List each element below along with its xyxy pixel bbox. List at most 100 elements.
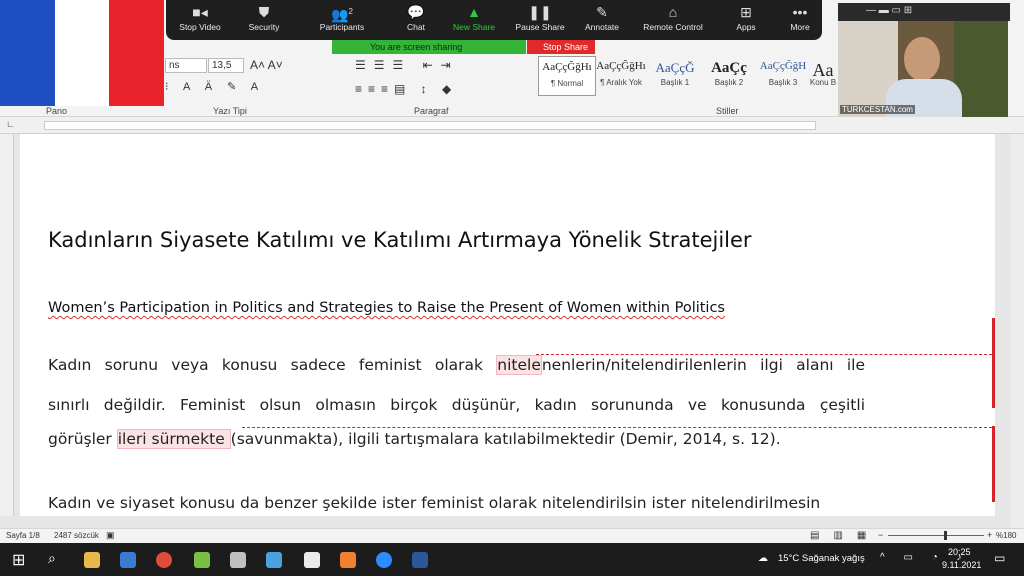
video-camera-icon: ■◂	[192, 4, 208, 20]
screen-sharing-banner: You are screen sharing	[332, 40, 526, 54]
style-heading-1[interactable]: AaÇçĞ Başlık 1	[646, 56, 704, 96]
sharing-banner-text: You are screen sharing	[370, 42, 463, 52]
zoom-level[interactable]: %180	[996, 531, 1016, 540]
weather-text[interactable]: 15°C Sağanak yağış	[778, 553, 865, 564]
weather-icon[interactable]: ☁	[758, 553, 768, 564]
vertical-scrollbar[interactable]	[1010, 134, 1024, 528]
video-panel-header[interactable]: — ▬ ▭ ⊞	[838, 3, 1010, 21]
app-icon[interactable]	[230, 552, 246, 568]
grow-font-icon[interactable]: A˄ A˅	[250, 58, 283, 72]
paragraph-line[interactable]: görüşler ileri sürmekte (savunmakta), il…	[48, 429, 865, 449]
stop-video-button[interactable]: ■◂ Stop Video	[174, 0, 226, 40]
vertical-ruler[interactable]	[0, 134, 14, 516]
windows-taskbar: ⊞ ⌕ ☁ 15°C Sağanak yağış ^ ▭ ◔ ♪ 20:25 9…	[0, 543, 1024, 576]
align-icons[interactable]: ≡≡≡▤ ↕ ◆	[355, 82, 457, 96]
zoom-in-icon[interactable]: +	[987, 530, 992, 540]
apps-button[interactable]: ⊞ Apps	[728, 0, 764, 40]
shield-icon: ⛊	[258, 4, 270, 20]
mouse-icon: ⌂	[668, 4, 678, 20]
group-label-styles: Stiller	[716, 106, 739, 116]
annotate-label: Annotate	[584, 22, 620, 32]
remote-control-label: Remote Control	[643, 22, 703, 32]
chat-button[interactable]: 💬 Chat	[396, 0, 436, 40]
style-title[interactable]: Aa Konu B	[808, 56, 838, 96]
group-label-font: Yazı Tipi	[213, 106, 247, 116]
notifications-icon[interactable]: ▭	[994, 551, 1005, 565]
tab-stop-icon[interactable]: ∟	[6, 119, 15, 129]
more-button[interactable]: ••• More	[780, 0, 820, 40]
pause-icon: ❚❚	[528, 4, 552, 20]
new-share-label: New Share	[452, 22, 496, 32]
stop-video-label: Stop Video	[179, 22, 221, 32]
text-run: (savunmakta), ilgili tartışmalara katıla…	[230, 430, 781, 448]
participants-label: Participants	[319, 22, 365, 32]
document-page[interactable]	[20, 134, 995, 516]
status-bar: Sayfa 1/8 2487 sözcük ▣ ▤▥▦ − + %180	[0, 528, 1024, 543]
window-controls-icon[interactable]: — ▬ ▭ ⊞	[866, 5, 912, 16]
horizontal-ruler[interactable]: ∟	[0, 117, 1024, 134]
style-heading-2[interactable]: AaÇç Başlık 2	[700, 56, 758, 96]
app-icon[interactable]	[304, 552, 320, 568]
style-sample: AaÇçĞğH	[759, 60, 807, 72]
app-icon[interactable]	[266, 552, 282, 568]
apps-icon: ⊞	[740, 4, 752, 20]
remote-control-button[interactable]: ⌂ Remote Control	[640, 0, 706, 40]
style-name: ¶ Normal	[550, 79, 584, 88]
style-name: Başlık 1	[660, 78, 690, 87]
list-icons[interactable]: ☰☰☰ ⇤⇥	[355, 58, 459, 72]
windows-start-icon[interactable]: ⊞	[12, 550, 25, 570]
change-connector-line	[242, 427, 992, 428]
paragraph-line[interactable]: sınırlı değildir. Feminist olsun olmasın…	[48, 396, 865, 414]
participants-count: 2	[348, 7, 353, 16]
search-icon[interactable]: ⌕	[48, 550, 56, 567]
tracked-change[interactable]: nitele	[496, 355, 542, 375]
more-icon: •••	[792, 4, 808, 20]
word-app-icon[interactable]	[412, 552, 428, 568]
text-run: Kadın sorunu veya konusu sadece feminist…	[48, 356, 497, 374]
font-size-value: 13,5	[212, 60, 232, 71]
document-subtitle[interactable]: Women’s Participation in Politics and St…	[48, 300, 725, 316]
annotate-button[interactable]: ✎ Annotate	[580, 0, 624, 40]
font-name-box[interactable]: ns	[165, 58, 207, 73]
app-icon[interactable]	[194, 552, 210, 568]
window-app-icon[interactable]	[120, 552, 136, 568]
page-indicator[interactable]: Sayfa 1/8	[6, 531, 40, 540]
font-format-icons[interactable]: ⁝ A Ä ✎ A	[165, 80, 264, 93]
paragraph-line[interactable]: Kadın ve siyaset konusu da benzer şekild…	[48, 494, 865, 512]
word-count[interactable]: 2487 sözcük	[54, 531, 99, 540]
style-heading-3[interactable]: AaÇçĞğH Başlık 3	[754, 56, 812, 96]
zoom-slider-thumb[interactable]	[944, 531, 947, 540]
video-watermark: TURKCESTAN.com	[840, 105, 915, 114]
share-screen-icon: ▲	[467, 4, 481, 20]
style-sample: AaÇçĞğHı	[542, 61, 592, 73]
zoom-app-icon[interactable]	[376, 552, 392, 568]
zoom-slider[interactable]	[888, 535, 984, 536]
font-size-box[interactable]: 13,5	[208, 58, 244, 73]
clock-date[interactable]: 9.11.2021	[942, 560, 981, 570]
style-no-spacing[interactable]: AaÇçĞğHı ¶ Aralık Yok	[592, 56, 650, 96]
zoom-out-icon[interactable]: −	[878, 530, 883, 540]
new-share-button[interactable]: ▲ New Share	[450, 0, 498, 40]
app-icon[interactable]	[340, 552, 356, 568]
clock-time[interactable]: 20:25	[948, 547, 971, 557]
apps-label: Apps	[736, 22, 756, 32]
style-name: Başlık 3	[768, 78, 798, 87]
security-button[interactable]: ⛊ Security	[240, 0, 288, 40]
paragraph-line[interactable]: Kadın sorunu veya konusu sadece feminist…	[48, 355, 865, 375]
group-label-paragraph: Paragraf	[414, 106, 449, 116]
participants-button[interactable]: 👥2 Participants	[314, 0, 370, 40]
chrome-icon[interactable]	[156, 552, 172, 568]
tracked-change[interactable]: ileri sürmekte	[116, 429, 231, 449]
view-mode-icons[interactable]: ▤▥▦	[810, 530, 880, 541]
pause-share-label: Pause Share	[515, 22, 565, 32]
pause-share-button[interactable]: ❚❚ Pause Share	[514, 0, 566, 40]
more-label: More	[790, 22, 810, 32]
style-name: Konu B	[809, 78, 837, 87]
style-normal[interactable]: AaÇçĞğHı ¶ Normal	[538, 56, 596, 96]
proofing-icon[interactable]: ▣	[106, 530, 115, 541]
style-name: ¶ Aralık Yok	[600, 78, 642, 87]
document-title[interactable]: Kadınların Siyasete Katılımı ve Katılımı…	[48, 228, 752, 252]
style-sample: Aa	[812, 60, 834, 80]
stop-share-button[interactable]: Stop Share	[527, 40, 595, 54]
file-explorer-icon[interactable]	[84, 552, 100, 568]
